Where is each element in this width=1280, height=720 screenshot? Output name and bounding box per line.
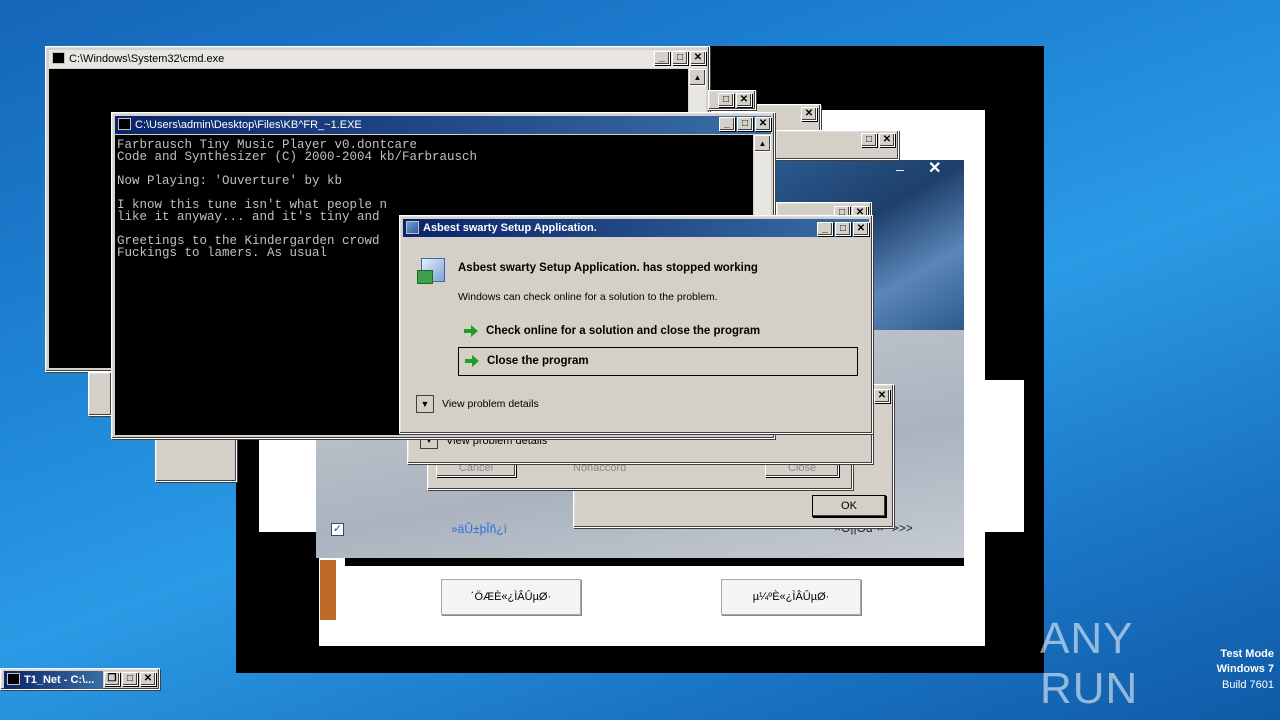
scroll-up-icon[interactable]: ▲ — [754, 135, 771, 152]
installer-close-icon[interactable]: ✕ — [928, 161, 942, 177]
windows-version-label: Windows 7 — [1216, 663, 1274, 675]
check-online-label: Check online for a solution and close th… — [486, 325, 761, 337]
installer-checkbox[interactable]: ✓ — [331, 523, 344, 536]
setup-program-icon — [417, 252, 447, 284]
console-line: Now Playing: 'Ouverture' by kb — [117, 174, 343, 188]
cmd-maximize-button[interactable]: □ — [672, 51, 688, 65]
close-program-option[interactable]: Close the program — [458, 347, 858, 376]
cmd-frame-4: □ ✕ — [708, 90, 756, 110]
details-toggle[interactable]: ▼ — [416, 395, 434, 413]
taskbar-maximize-button[interactable]: □ — [122, 672, 138, 686]
console-icon — [7, 673, 20, 685]
taskbar-item-label: T1_Net - C:\... — [24, 674, 95, 686]
details-label[interactable]: View problem details — [442, 398, 539, 410]
cmd-minimize-button[interactable]: _ — [654, 51, 670, 65]
check-online-option[interactable]: Check online for a solution and close th… — [458, 319, 858, 343]
ghost2-close-button[interactable]: ✕ — [879, 133, 895, 147]
green-arrow-icon — [464, 324, 478, 337]
player-titlebar[interactable]: C:\Users\admin\Desktop\Files\KB^FR_~1.EX… — [115, 116, 771, 134]
installer-bottom-bar — [345, 558, 964, 566]
error-dialog: Asbest swarty Setup Application. _ □ ✕ A… — [399, 215, 873, 434]
ok-dialog-close-button[interactable]: ✕ — [874, 389, 890, 403]
console-line: Code and Synthesizer (C) 2000-2004 kb/Fa… — [117, 150, 478, 164]
installer-orange-strip — [320, 560, 336, 620]
error-title: Asbest swarty Setup Application. — [423, 222, 597, 234]
ok-button[interactable]: OK — [812, 495, 886, 517]
cmd-frame-3 — [155, 438, 237, 482]
frame4-close-button[interactable]: ✕ — [736, 93, 752, 107]
anyrun-text: ANY RUN — [1040, 614, 1139, 713]
setup-icon — [406, 221, 419, 234]
console-icon — [118, 118, 131, 130]
installer-minimize-icon[interactable]: – — [896, 162, 910, 177]
close-program-label: Close the program — [487, 355, 589, 367]
cmd-frame-2 — [88, 372, 112, 416]
player-minimize-button[interactable]: _ — [719, 117, 735, 131]
ghost1-close-button[interactable]: ✕ — [801, 107, 817, 121]
frame4-maximize-button[interactable]: □ — [718, 93, 734, 107]
cmd-titlebar[interactable]: C:\Windows\System32\cmd.exe — [49, 50, 706, 68]
error-message: Windows can check online for a solution … — [458, 291, 718, 303]
player-maximize-button[interactable]: □ — [737, 117, 753, 131]
error-maximize-button[interactable]: □ — [835, 222, 851, 236]
green-arrow-icon — [465, 354, 479, 367]
error-heading: Asbest swarty Setup Application. has sto… — [458, 262, 758, 274]
player-close-button[interactable]: ✕ — [755, 117, 771, 131]
taskbar-item-titlebar[interactable]: T1_Net - C:\... — [4, 671, 103, 689]
taskbar-restore-button[interactable]: ❐ — [104, 672, 120, 686]
cmd-title: C:\Windows\System32\cmd.exe — [69, 53, 225, 65]
installer-left-button[interactable]: ´ÖÆÈ«¿ÌÂÛµØ· — [441, 579, 581, 615]
error-close-button[interactable]: ✕ — [853, 222, 869, 236]
scroll-up-icon[interactable]: ▲ — [689, 69, 706, 86]
installer-right-button[interactable]: µ¼ºÈ«¿ÌÂÛµØ· — [721, 579, 861, 615]
taskbar-close-button[interactable]: ✕ — [140, 672, 156, 686]
build-label: Build 7601 — [1222, 679, 1274, 691]
player-title: C:\Users\admin\Desktop\Files\KB^FR_~1.EX… — [135, 119, 362, 131]
installer-garbled-link[interactable]: »äÛ±þÎñ¿ì — [451, 522, 507, 536]
cmd-close-button[interactable]: ✕ — [690, 51, 706, 65]
taskbar-item[interactable]: T1_Net - C:\... ❐ □ ✕ — [0, 668, 160, 690]
ghost2-maximize-button[interactable]: □ — [861, 133, 877, 147]
ghost-dialog-2: □ ✕ — [775, 130, 899, 160]
test-mode-label: Test Mode — [1220, 648, 1274, 660]
installer-white-right — [964, 380, 1024, 532]
console-icon — [52, 52, 65, 64]
error-titlebar[interactable]: Asbest swarty Setup Application. — [403, 219, 869, 237]
error-minimize-button[interactable]: _ — [817, 222, 833, 236]
